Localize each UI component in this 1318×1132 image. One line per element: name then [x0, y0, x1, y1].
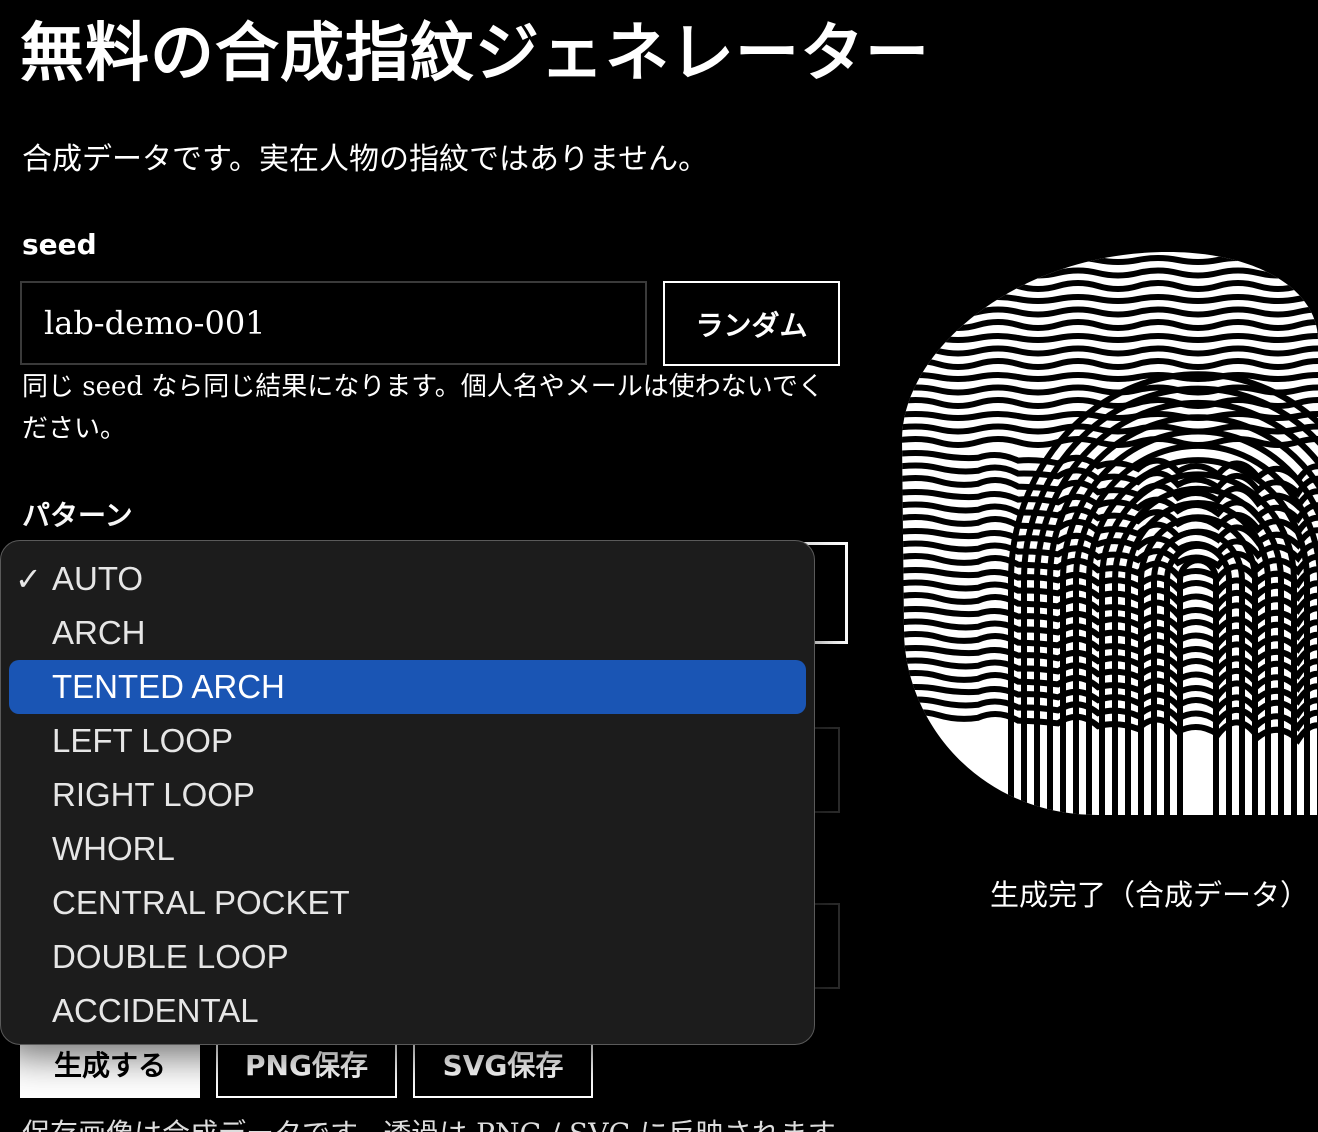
option-label: CENTRAL POCKET	[52, 884, 350, 921]
ridge-line	[902, 294, 1318, 304]
page-title: 無料の合成指紋ジェネレーター	[20, 17, 930, 91]
checkmark-icon: ✓	[15, 561, 42, 597]
option-label: AUTO	[52, 560, 144, 597]
pattern-option-central-pocket[interactable]: CENTRAL POCKET	[9, 876, 806, 930]
pattern-option-auto[interactable]: ✓ AUTO	[9, 552, 806, 606]
pattern-option-whorl[interactable]: WHORL	[9, 822, 806, 876]
generation-status: 生成完了（合成データ）	[990, 878, 1310, 912]
option-label: WHORL	[52, 830, 175, 867]
pattern-option-right-loop[interactable]: RIGHT LOOP	[9, 768, 806, 822]
fingerprint-preview	[902, 252, 1318, 815]
seed-label: seed	[22, 228, 97, 261]
option-label: ACCIDENTAL	[52, 992, 259, 1029]
option-label: ARCH	[52, 614, 146, 651]
pattern-dropdown-menu: ✓ AUTO ARCH TENTED ARCH LEFT LOOP RIGHT …	[0, 540, 815, 1045]
seed-hint: 同じ seed なら同じ結果になります。個人名やメールは使わないでください。	[22, 372, 824, 444]
pattern-label: パターン	[22, 499, 133, 532]
pattern-option-arch[interactable]: ARCH	[9, 606, 806, 660]
random-button[interactable]: ランダム	[663, 281, 840, 366]
ridge-line	[902, 255, 1318, 265]
pattern-option-accidental[interactable]: ACCIDENTAL	[9, 984, 806, 1038]
pattern-option-double-loop[interactable]: DOUBLE LOOP	[9, 930, 806, 984]
pattern-option-left-loop[interactable]: LEFT LOOP	[9, 714, 806, 768]
option-label: DOUBLE LOOP	[52, 938, 289, 975]
option-label: RIGHT LOOP	[52, 776, 255, 813]
option-label: LEFT LOOP	[52, 722, 233, 759]
save-note: 保存画像は合成データです。透過は PNG / SVG に反映されます。	[22, 1112, 861, 1132]
option-label: TENTED ARCH	[52, 668, 285, 705]
page: 無料の合成指紋ジェネレーター 合成データです。実在人物の指紋ではありません。 s…	[0, 0, 1318, 1132]
page-subtitle: 合成データです。実在人物の指紋ではありません。	[22, 142, 709, 177]
seed-input[interactable]	[20, 281, 647, 365]
pattern-option-tented-arch[interactable]: TENTED ARCH	[9, 660, 806, 714]
